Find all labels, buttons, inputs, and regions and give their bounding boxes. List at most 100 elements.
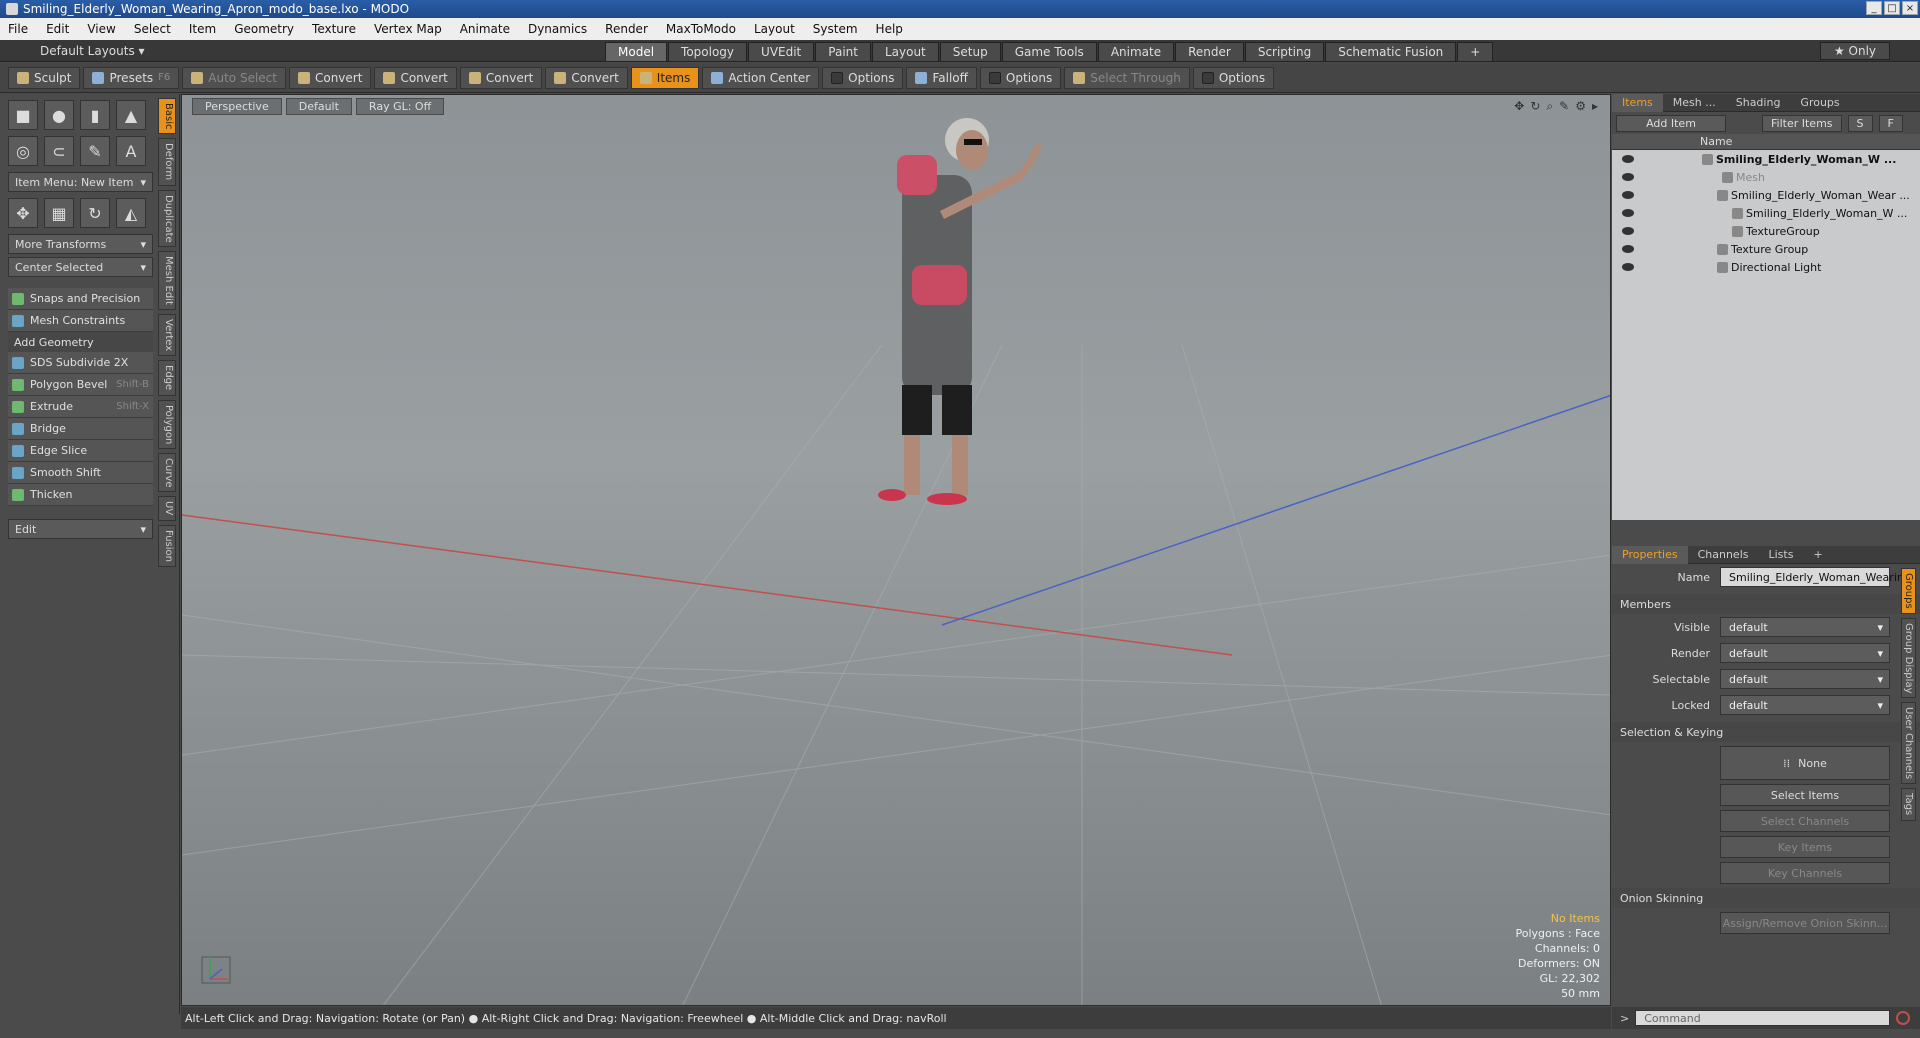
vtab-deform[interactable]: Deform: [158, 138, 176, 186]
none-button[interactable]: ⁞⁞ None: [1720, 746, 1890, 780]
brush-view-icon[interactable]: ✎: [1559, 99, 1569, 114]
members-section[interactable]: Members: [1612, 594, 1920, 614]
tool-smooth-shift[interactable]: Smooth Shift: [8, 462, 153, 484]
locked-dropdown[interactable]: default ▾: [1720, 695, 1890, 715]
tab-render[interactable]: Render: [1175, 42, 1244, 62]
item-menu-dropdown[interactable]: Item Menu: New Item ▾: [8, 172, 153, 192]
vtab-edge[interactable]: Edge: [158, 360, 176, 396]
chevron-right-icon[interactable]: ▸: [1592, 99, 1598, 114]
selection-keying-section[interactable]: Selection & Keying: [1612, 722, 1920, 742]
vtab-basic[interactable]: Basic: [158, 98, 176, 135]
auto-select-button[interactable]: Auto Select: [182, 66, 286, 89]
tab-scripting[interactable]: Scripting: [1244, 42, 1325, 62]
items-mode-button[interactable]: Items: [630, 66, 700, 89]
tool-edge-slice[interactable]: Edge Slice: [8, 440, 153, 462]
default-layouts-dropdown[interactable]: Default Layouts ▾: [40, 44, 145, 58]
tool-bridge[interactable]: Bridge: [8, 418, 153, 440]
convert-edges-button[interactable]: Convert: [374, 66, 457, 89]
shading-dropdown[interactable]: Default: [285, 98, 352, 115]
selectable-dropdown[interactable]: default ▾: [1720, 669, 1890, 689]
tab-paint[interactable]: Paint: [815, 42, 871, 62]
maximize-button[interactable]: □: [1884, 1, 1900, 15]
minimize-button[interactable]: _: [1866, 1, 1882, 15]
tool-polygon-bevel[interactable]: Polygon Bevel Shift-B: [8, 374, 153, 396]
tree-row[interactable]: Mesh: [1612, 168, 1920, 186]
torus-icon[interactable]: ◎: [8, 136, 38, 166]
gear-icon[interactable]: ⚙: [1575, 99, 1586, 114]
vtab-duplicate[interactable]: Duplicate: [158, 189, 176, 248]
tree-row[interactable]: TextureGroup: [1612, 222, 1920, 240]
tree-row[interactable]: Smiling_Elderly_Woman_Wear ...: [1612, 186, 1920, 204]
center-selected-dropdown[interactable]: Center Selected ▾: [8, 257, 153, 277]
tab-lists[interactable]: Lists: [1759, 546, 1804, 564]
filter-items-button[interactable]: Filter Items: [1762, 114, 1842, 132]
visible-dropdown[interactable]: default ▾: [1720, 617, 1890, 637]
zoom-view-icon[interactable]: ⌕: [1546, 99, 1553, 114]
tab-channels[interactable]: Channels: [1688, 546, 1759, 564]
menu-edit[interactable]: Edit: [46, 22, 69, 36]
menu-render[interactable]: Render: [605, 22, 648, 36]
menu-texture[interactable]: Texture: [312, 22, 356, 36]
select-through-button[interactable]: Select Through: [1064, 66, 1190, 89]
tool-extrude[interactable]: Extrude Shift-X: [8, 396, 153, 418]
mesh-constraints-button[interactable]: Mesh Constraints: [8, 310, 153, 332]
tree-row[interactable]: Directional Light: [1612, 258, 1920, 276]
capsule-icon[interactable]: ⊂: [44, 136, 74, 166]
tab-shading[interactable]: Shading: [1726, 94, 1791, 112]
vtab-uv[interactable]: UV: [158, 496, 176, 521]
vtab-vertex[interactable]: Vertex: [158, 314, 176, 357]
add-tab-button[interactable]: +: [1803, 546, 1832, 564]
menu-system[interactable]: System: [813, 22, 858, 36]
menu-dynamics[interactable]: Dynamics: [528, 22, 587, 36]
tab-topology[interactable]: Topology: [668, 42, 748, 62]
menu-maxtomodo[interactable]: MaxToModo: [666, 22, 736, 36]
3d-viewport[interactable]: Perspective Default Ray GL: Off ✥ ↻ ⌕ ✎ …: [181, 94, 1611, 1006]
menu-animate[interactable]: Animate: [460, 22, 510, 36]
text-icon[interactable]: A: [116, 136, 146, 166]
select-channels-button[interactable]: Select Channels: [1720, 810, 1890, 832]
perspective-dropdown[interactable]: Perspective: [192, 98, 282, 115]
tab-game-tools[interactable]: Game Tools: [1001, 42, 1097, 62]
vtab-user-channels[interactable]: User Channels: [1901, 702, 1916, 785]
vtab-tags[interactable]: Tags: [1901, 788, 1916, 821]
tab-layout[interactable]: Layout: [871, 42, 939, 62]
tab-groups[interactable]: Groups: [1790, 94, 1849, 112]
cylinder-icon[interactable]: ▮: [80, 100, 110, 130]
render-dropdown[interactable]: default ▾: [1720, 643, 1890, 663]
add-tab-button[interactable]: +: [1457, 42, 1494, 62]
menu-select[interactable]: Select: [134, 22, 171, 36]
s-button[interactable]: S: [1847, 114, 1873, 132]
tab-model[interactable]: Model: [605, 42, 668, 62]
vtab-fusion[interactable]: Fusion: [158, 524, 176, 567]
convert-polygons-button[interactable]: Convert: [459, 66, 543, 89]
f-button[interactable]: F: [1878, 114, 1903, 132]
menu-help[interactable]: Help: [876, 22, 903, 36]
name-column-header[interactable]: Name: [1700, 135, 1732, 148]
key-items-button[interactable]: Key Items: [1720, 836, 1890, 858]
tab-schematic-fusion[interactable]: Schematic Fusion: [1325, 42, 1457, 62]
close-button[interactable]: ×: [1902, 1, 1918, 15]
assign-remove-onion-button[interactable]: Assign/Remove Onion Skinn...: [1720, 912, 1890, 934]
action-center-button[interactable]: Action Center: [702, 66, 820, 89]
eye-icon[interactable]: [1622, 263, 1634, 271]
vtab-mesh-edit[interactable]: Mesh Edit: [158, 251, 176, 311]
move-view-icon[interactable]: ✥: [1514, 99, 1524, 114]
edit-dropdown[interactable]: Edit ▾: [8, 519, 153, 539]
select-options-button[interactable]: Options: [1192, 66, 1275, 89]
vtab-curve[interactable]: Curve: [158, 452, 176, 493]
eye-icon[interactable]: [1622, 173, 1634, 181]
eye-icon[interactable]: [1622, 227, 1634, 235]
command-input[interactable]: Command: [1635, 1010, 1891, 1026]
eye-icon[interactable]: [1622, 209, 1634, 217]
menu-vertex-map[interactable]: Vertex Map: [374, 22, 442, 36]
rotate-view-icon[interactable]: ↻: [1530, 99, 1540, 114]
menu-item[interactable]: Item: [189, 22, 216, 36]
eye-icon[interactable]: [1622, 191, 1634, 199]
sculpt-button[interactable]: Sculpt: [8, 66, 81, 89]
name-field[interactable]: Smiling_Elderly_Woman_Wearing: [1720, 567, 1911, 587]
vtab-groups[interactable]: Groups: [1901, 568, 1916, 614]
tool-sds-subdivide[interactable]: SDS Subdivide 2X: [8, 352, 153, 374]
eye-icon[interactable]: [1622, 155, 1634, 163]
select-items-button[interactable]: Select Items: [1720, 784, 1890, 806]
scale-icon[interactable]: ◭: [116, 198, 146, 228]
